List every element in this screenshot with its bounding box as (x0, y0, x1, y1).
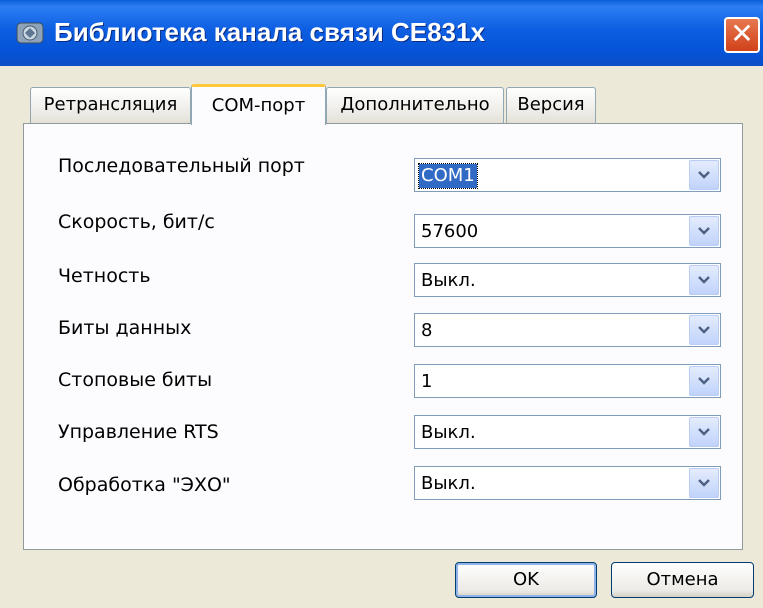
chevron-down-icon[interactable] (689, 315, 719, 345)
data-bits-label: Биты данных (58, 317, 192, 339)
parity-select[interactable]: Выкл. (414, 263, 721, 297)
tab-version[interactable]: Версия (506, 87, 596, 123)
rts-control-value: Выкл. (421, 422, 476, 443)
echo-handling-value: Выкл. (421, 473, 476, 494)
window-title: Библиотека канала связи CE831x (54, 17, 485, 47)
chevron-down-icon[interactable] (689, 216, 719, 246)
rts-control-select[interactable]: Выкл. (414, 415, 721, 449)
chevron-down-icon[interactable] (689, 417, 719, 447)
ok-button[interactable]: OK (455, 562, 597, 598)
echo-handling-label: Обработка "ЭХО" (58, 474, 231, 496)
chevron-down-icon[interactable] (689, 468, 719, 498)
chevron-down-icon[interactable] (689, 160, 719, 190)
stop-bits-label: Стоповые биты (58, 369, 213, 391)
baud-rate-label: Скорость, бит/с (58, 211, 215, 233)
echo-handling-select[interactable]: Выкл. (414, 466, 721, 500)
tab-com-port[interactable]: COM-порт (191, 84, 326, 125)
baud-rate-value: 57600 (421, 221, 479, 242)
serial-port-value: COM1 (418, 163, 478, 189)
baud-rate-select[interactable]: 57600 (414, 214, 721, 248)
cancel-button[interactable]: Отмена (611, 562, 754, 598)
stop-bits-value: 1 (421, 371, 433, 392)
data-bits-value: 8 (421, 320, 433, 341)
app-icon (16, 20, 44, 46)
tab-retranslation[interactable]: Ретрансляция (30, 87, 191, 123)
tab-additional[interactable]: Дополнительно (326, 87, 504, 123)
title-bar[interactable]: Библиотека канала связи CE831x ✕ (0, 0, 763, 66)
close-icon[interactable]: ✕ (724, 17, 760, 53)
serial-port-select[interactable]: COM1 (414, 158, 721, 192)
parity-label: Четность (58, 265, 151, 287)
rts-control-label: Управление RTS (58, 421, 219, 443)
chevron-down-icon[interactable] (689, 366, 719, 396)
data-bits-select[interactable]: 8 (414, 313, 721, 347)
chevron-down-icon[interactable] (689, 265, 719, 295)
stop-bits-select[interactable]: 1 (414, 364, 721, 398)
parity-value: Выкл. (421, 270, 476, 291)
dialog-window: Библиотека канала связи CE831x ✕ Ретранс… (0, 0, 763, 608)
serial-port-label: Последовательный порт (58, 155, 305, 177)
